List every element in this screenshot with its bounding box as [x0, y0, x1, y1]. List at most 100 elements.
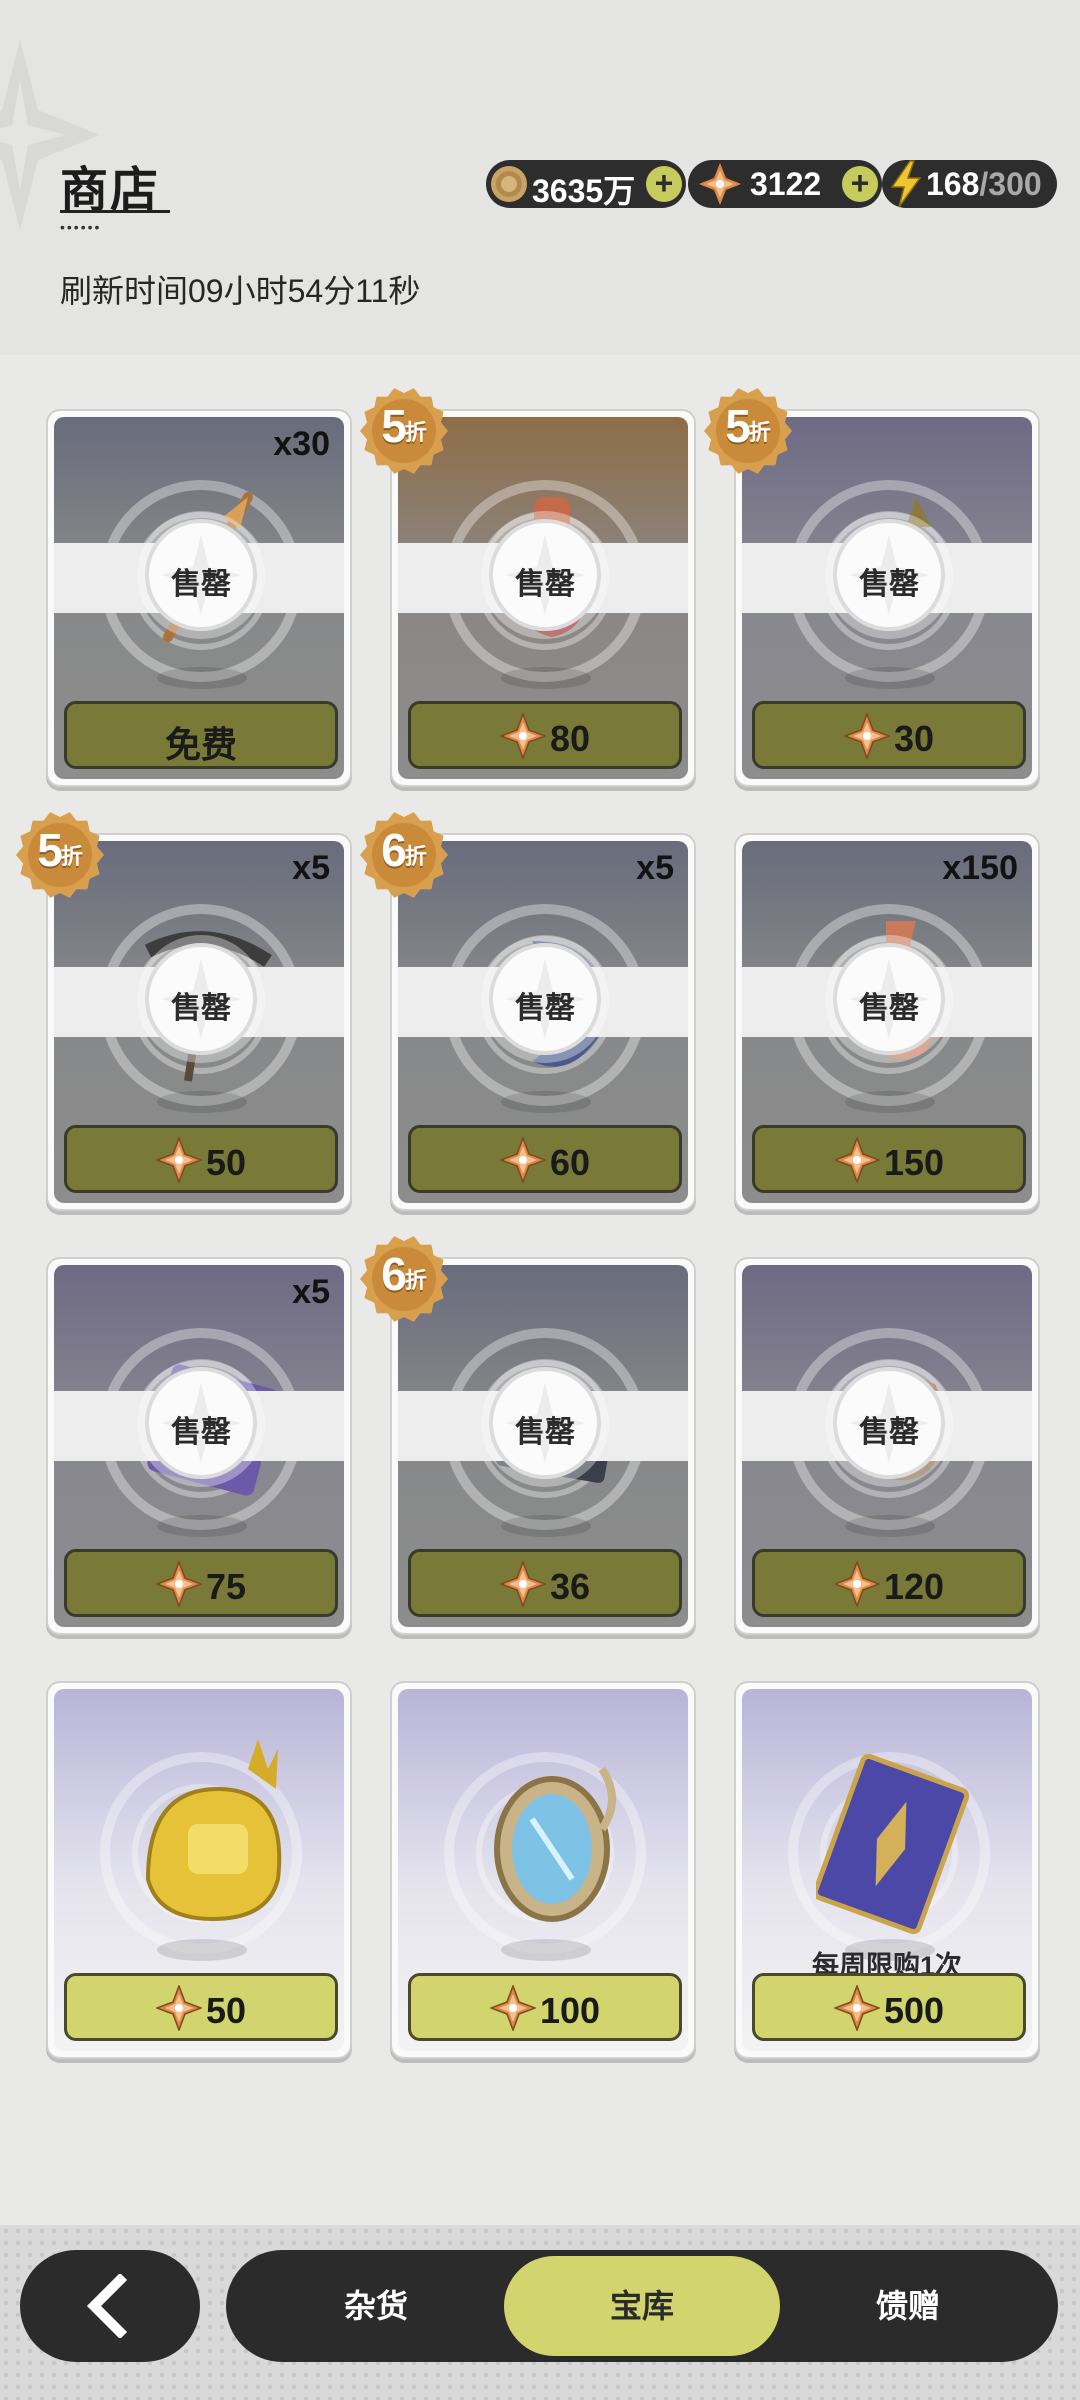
gem-amount: 3122 — [750, 166, 822, 202]
sold-out-label: 售罄 — [515, 992, 575, 1025]
price-content: 80 — [411, 713, 679, 760]
price-content: 120 — [755, 1561, 1023, 1608]
discount-label: 5折 — [358, 403, 450, 449]
price-value: 免费 — [164, 724, 237, 765]
orange-star-gem-icon — [499, 1561, 546, 1608]
discount-label: 5折 — [14, 827, 106, 873]
sold-out-stamp: 售罄 — [145, 943, 257, 1055]
bottom-navigation: 杂货 宝库 馈赠 — [0, 2225, 1080, 2400]
price-value: 75 — [205, 1566, 247, 1608]
discount-value: 6 — [381, 1248, 407, 1300]
item-quantity: x5 — [292, 1273, 330, 1311]
discount-suffix: 折 — [404, 1268, 427, 1293]
back-button[interactable] — [20, 2250, 200, 2362]
sold-out-stamp: 售罄 — [145, 1367, 257, 1479]
price-button[interactable]: 100 — [408, 1973, 682, 2041]
card-background: x30 售罄 免费 — [54, 417, 344, 779]
discount-badge: 5折 — [702, 385, 794, 477]
energy-amount: 168/300 — [926, 166, 1042, 202]
discount-badge: 6折 — [358, 1233, 450, 1325]
price-button[interactable]: 50 — [64, 1973, 338, 2041]
price-button[interactable]: 500 — [752, 1973, 1026, 2041]
item-quantity: x5 — [636, 849, 674, 887]
discount-label: 6折 — [358, 1251, 450, 1297]
orange-star-gem-icon — [499, 713, 546, 760]
energy-currency: 168/300 — [882, 160, 1057, 208]
shop-item-card: 售罄 36 6折 — [360, 1236, 696, 1635]
gold-currency: 3635万 + — [486, 160, 686, 209]
price-button: 免费 — [64, 701, 338, 769]
orange-star-gem-icon — [499, 1137, 546, 1184]
discount-value: 6 — [381, 824, 407, 876]
discount-label: 5折 — [702, 403, 794, 449]
price-button: 120 — [752, 1549, 1026, 1617]
price-value: 150 — [883, 1142, 945, 1184]
sold-out-label: 售罄 — [515, 1416, 575, 1449]
shop-item-card: x30 售罄 免费 — [46, 409, 352, 787]
price-content: 50 — [67, 1137, 335, 1184]
price-button: 80 — [408, 701, 682, 769]
tab-groceries[interactable]: 杂货 — [266, 2250, 486, 2362]
add-gold-button[interactable]: + — [646, 166, 682, 202]
orange-star-gem-icon — [155, 1137, 202, 1184]
price-button: 60 — [408, 1125, 682, 1193]
sold-out-label: 售罄 — [859, 1416, 919, 1449]
title-underline — [60, 210, 170, 213]
discount-value: 5 — [725, 400, 751, 452]
sold-out-stamp: 售罄 — [489, 943, 601, 1055]
discount-suffix: 折 — [748, 420, 771, 445]
card-background: 售罄 120 — [742, 1265, 1032, 1627]
orange-star-gem-icon — [833, 1561, 880, 1608]
lightning-bolt-icon — [890, 160, 922, 208]
orange-star-gem-icon — [843, 713, 890, 760]
sold-out-stamp: 售罄 — [833, 1367, 945, 1479]
shop-item-grid: x30 售罄 免费 售罄 80 5折 售罄 30 5折 x5 售罄 50 5折 x5 售罄 60 6折 x150 售… — [0, 355, 1080, 2225]
sold-out-label: 售罄 — [515, 568, 575, 601]
golden-helmet-icon — [145, 1739, 282, 1922]
price-value: 30 — [893, 718, 935, 760]
shop-item-card[interactable]: 50 — [46, 1681, 352, 2059]
discount-badge: 6折 — [358, 809, 450, 901]
orange-star-gem-icon — [155, 1985, 202, 2032]
sold-out-stamp: 售罄 — [489, 1367, 601, 1479]
price-value: 100 — [539, 1990, 601, 2032]
sold-out-stamp: 售罄 — [833, 519, 945, 631]
sold-out-label: 售罄 — [859, 992, 919, 1025]
shop-item-card: 售罄 120 — [734, 1257, 1040, 1635]
price-value: 36 — [549, 1566, 591, 1608]
price-value: 80 — [549, 718, 591, 760]
orange-star-gem-icon — [489, 1985, 536, 2032]
card-background: x150 售罄 150 — [742, 841, 1032, 1203]
price-button: 150 — [752, 1125, 1026, 1193]
gem-currency: 3122 + — [688, 160, 882, 208]
discount-value: 5 — [37, 824, 63, 876]
tab-bar: 杂货 宝库 馈赠 — [226, 2250, 1058, 2362]
price-content: 60 — [411, 1137, 679, 1184]
discount-badge: 5折 — [358, 385, 450, 477]
card-background: 100 — [398, 1689, 688, 2051]
price-button: 50 — [64, 1125, 338, 1193]
discount-badge: 5折 — [14, 809, 106, 901]
price-content: 500 — [755, 1985, 1023, 2032]
price-content: 75 — [67, 1561, 335, 1608]
shop-item-card[interactable]: 每周限购1次 500 — [734, 1681, 1040, 2059]
price-value: 120 — [883, 1566, 945, 1608]
price-content: 免费 — [67, 716, 335, 768]
price-button: 75 — [64, 1549, 338, 1617]
sold-out-label: 售罄 — [859, 568, 919, 601]
sold-out-label: 售罄 — [171, 1416, 231, 1449]
sold-out-stamp: 售罄 — [489, 519, 601, 631]
sold-out-stamp: 售罄 — [145, 519, 257, 631]
shop-item-card: 售罄 30 5折 — [704, 388, 1040, 787]
discount-suffix: 折 — [60, 844, 83, 869]
tab-treasury[interactable]: 宝库 — [504, 2256, 780, 2356]
orange-star-gem-icon — [155, 1561, 202, 1608]
discount-suffix: 折 — [404, 844, 427, 869]
tab-gifts[interactable]: 馈赠 — [798, 2250, 1018, 2362]
price-button: 30 — [752, 701, 1026, 769]
card-background: 每周限购1次 500 — [742, 1689, 1032, 2051]
add-gem-button[interactable]: + — [842, 166, 878, 202]
orange-star-gem-icon — [699, 163, 741, 205]
item-quantity: x5 — [292, 849, 330, 887]
shop-item-card[interactable]: 100 — [390, 1681, 696, 2059]
